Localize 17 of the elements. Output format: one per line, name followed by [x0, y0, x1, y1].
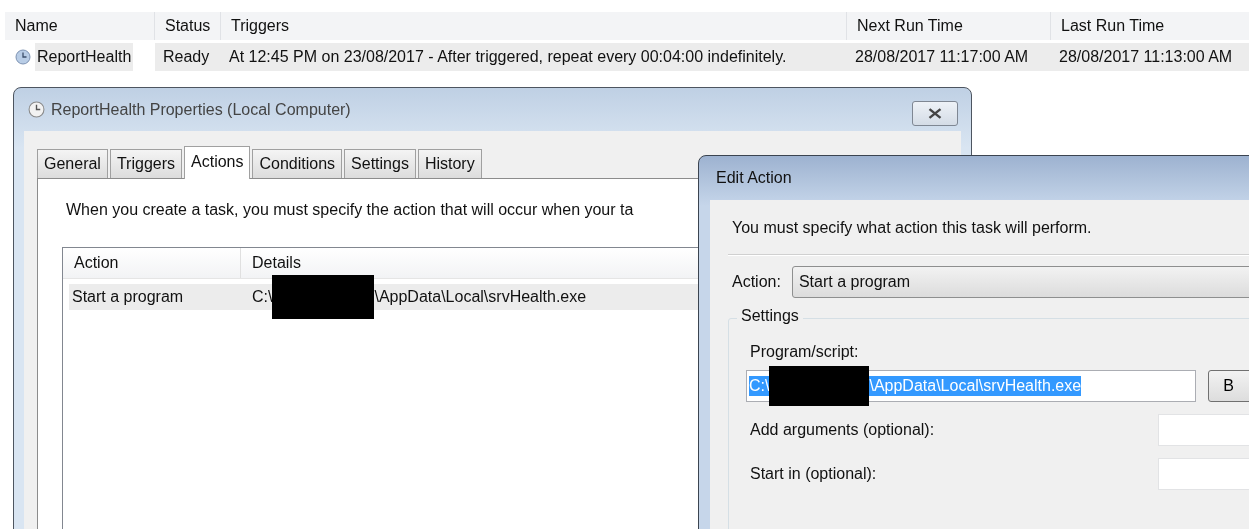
table-cell: Ready [155, 43, 221, 71]
start-in-label: Start in (optional): [750, 465, 877, 483]
arguments-label: Add arguments (optional): [750, 421, 935, 439]
dialog-title: Edit Action [716, 169, 792, 187]
path-text: C:\ [749, 377, 770, 395]
window-title: ReportHealth Properties (Local Computer) [51, 100, 351, 119]
table-cell: 28/08/2017 11:17:00 AM [847, 43, 1051, 71]
action-cell-text: Start a program [71, 288, 185, 306]
description-text: When you create a task, you must specify the action that will occur when your ta [66, 201, 635, 219]
path-text: \AppData\Local\srvHealth.exe [869, 377, 1082, 395]
path-text: \AppData\Local\srvHealth.exe [374, 288, 587, 306]
group-label: Settings [737, 307, 803, 325]
table-cell: At 12:45 PM on 23/08/2017 - After triggered, repeat every 00:04:00 indefinitely. [221, 43, 847, 71]
instruction-text: You must specify what action this task will perform. [732, 219, 1093, 237]
table-cell: 28/08/2017 11:13:00 AM [1051, 43, 1249, 71]
path-text: C:\ [252, 288, 273, 306]
program-label: Program/script: [750, 343, 860, 361]
